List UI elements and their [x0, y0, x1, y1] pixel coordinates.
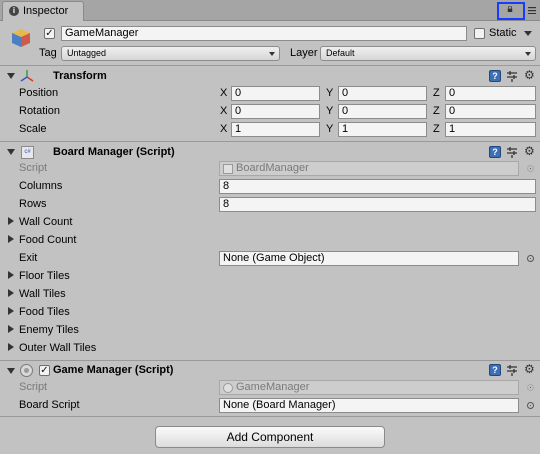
board-manager-script-field: BoardManager: [219, 161, 519, 176]
divider: [0, 65, 540, 66]
lock-button[interactable]: [497, 2, 525, 20]
position-y-field[interactable]: 0: [338, 86, 427, 101]
tag-label: Tag: [39, 47, 57, 59]
wall-tiles-foldout-arrow[interactable]: [8, 289, 14, 297]
axis-z-label: Z: [433, 123, 440, 135]
active-checkbox[interactable]: ✓: [44, 28, 55, 39]
position-z-field[interactable]: 0: [445, 86, 536, 101]
chevron-down-icon: [269, 52, 275, 56]
enemy-tiles-label[interactable]: Enemy Tiles: [19, 324, 79, 336]
gear-icon[interactable]: ⚙: [524, 363, 536, 375]
food-count-label[interactable]: Food Count: [19, 234, 76, 246]
enemy-tiles-foldout-arrow[interactable]: [8, 325, 14, 333]
axis-y-label: Y: [326, 105, 334, 117]
help-icon[interactable]: ?: [489, 70, 501, 82]
rotation-x-field[interactable]: 0: [231, 104, 320, 119]
preset-icon[interactable]: [506, 146, 518, 158]
position-label: Position: [19, 87, 59, 99]
rotation-label: Rotation: [19, 105, 60, 117]
rotation-z-field[interactable]: 0: [445, 104, 536, 119]
transform-title: Transform: [53, 70, 107, 82]
axis-y-label: Y: [326, 123, 334, 135]
divider: [0, 360, 540, 361]
axis-x-label: X: [220, 105, 228, 117]
axis-y-label: Y: [326, 87, 334, 99]
object-picker-icon: [527, 165, 534, 172]
exit-label: Exit: [19, 252, 38, 264]
axis-x-label: X: [220, 123, 228, 135]
chevron-down-icon: [525, 52, 531, 56]
exit-field[interactable]: None (Game Object): [219, 251, 519, 266]
board-manager-title: Board Manager (Script): [53, 146, 175, 158]
board-manager-foldout-arrow[interactable]: [7, 149, 15, 155]
axis-z-label: Z: [433, 87, 440, 99]
axis-x-label: X: [220, 87, 228, 99]
food-tiles-label[interactable]: Food Tiles: [19, 306, 70, 318]
add-component-button[interactable]: Add Component: [155, 426, 385, 448]
wall-count-label[interactable]: Wall Count: [19, 216, 72, 228]
object-picker-icon[interactable]: [527, 255, 534, 262]
rows-field[interactable]: 8: [219, 197, 536, 212]
tab-label: Inspector: [23, 5, 69, 17]
outer-wall-tiles-label[interactable]: Outer Wall Tiles: [19, 342, 96, 354]
lock-icon: [507, 6, 513, 12]
outer-wall-tiles-foldout-arrow[interactable]: [8, 343, 14, 351]
gear-icon[interactable]: ⚙: [524, 145, 536, 157]
static-dropdown-arrow-icon[interactable]: [524, 31, 532, 36]
gear-icon[interactable]: ⚙: [524, 69, 536, 81]
axis-z-label: Z: [433, 105, 440, 117]
script-file-icon: c#: [21, 146, 34, 159]
columns-field[interactable]: 8: [219, 179, 536, 194]
wall-tiles-label[interactable]: Wall Tiles: [19, 288, 66, 300]
script-icon: [223, 164, 233, 174]
divider: [0, 141, 540, 142]
board-script-label: Board Script: [19, 399, 80, 411]
rows-label: Rows: [19, 198, 47, 210]
info-icon: i: [9, 6, 19, 16]
preset-icon[interactable]: [506, 364, 518, 376]
script-label: Script: [19, 381, 48, 393]
preset-icon[interactable]: [506, 70, 518, 82]
game-manager-foldout-arrow[interactable]: [7, 368, 15, 374]
help-icon[interactable]: ?: [489, 146, 501, 158]
object-picker-icon: [527, 384, 534, 391]
scale-z-field[interactable]: 1: [445, 122, 536, 137]
object-name-input[interactable]: GameManager: [61, 26, 467, 41]
scale-label: Scale: [19, 123, 47, 135]
transform-icon: [20, 70, 34, 82]
menu-icon[interactable]: [528, 7, 536, 14]
food-count-foldout-arrow[interactable]: [8, 235, 14, 243]
layer-label: Layer: [290, 47, 318, 59]
scale-x-field[interactable]: 1: [231, 122, 320, 137]
board-script-field[interactable]: None (Board Manager): [219, 398, 519, 413]
scale-y-field[interactable]: 1: [338, 122, 427, 137]
layer-value: Default: [326, 48, 355, 58]
static-checkbox[interactable]: [474, 28, 485, 39]
game-manager-enabled-checkbox[interactable]: ✓: [39, 365, 50, 376]
transform-foldout-arrow[interactable]: [7, 73, 15, 79]
script-value: GameManager: [236, 381, 310, 393]
tag-dropdown[interactable]: Untagged: [61, 46, 280, 61]
tag-value: Untagged: [67, 48, 107, 58]
object-picker-icon[interactable]: [527, 402, 534, 409]
rotation-y-field[interactable]: 0: [338, 104, 427, 119]
script-icon: [223, 383, 233, 393]
script-value: BoardManager: [236, 162, 309, 174]
floor-tiles-label[interactable]: Floor Tiles: [19, 270, 70, 282]
tab-inspector[interactable]: i Inspector: [2, 1, 84, 21]
script-gear-icon: [20, 364, 33, 377]
layer-dropdown[interactable]: Default: [320, 46, 536, 61]
position-x-field[interactable]: 0: [231, 86, 320, 101]
help-icon[interactable]: ?: [489, 364, 501, 376]
script-label: Script: [19, 162, 48, 174]
floor-tiles-foldout-arrow[interactable]: [8, 271, 14, 279]
gameobject-cube-icon: [12, 29, 30, 47]
food-tiles-foldout-arrow[interactable]: [8, 307, 14, 315]
static-label: Static: [489, 27, 517, 39]
game-manager-title: Game Manager (Script): [53, 364, 174, 376]
game-manager-script-field: GameManager: [219, 380, 519, 395]
columns-label: Columns: [19, 180, 63, 192]
wall-count-foldout-arrow[interactable]: [8, 217, 14, 225]
divider: [0, 416, 540, 417]
